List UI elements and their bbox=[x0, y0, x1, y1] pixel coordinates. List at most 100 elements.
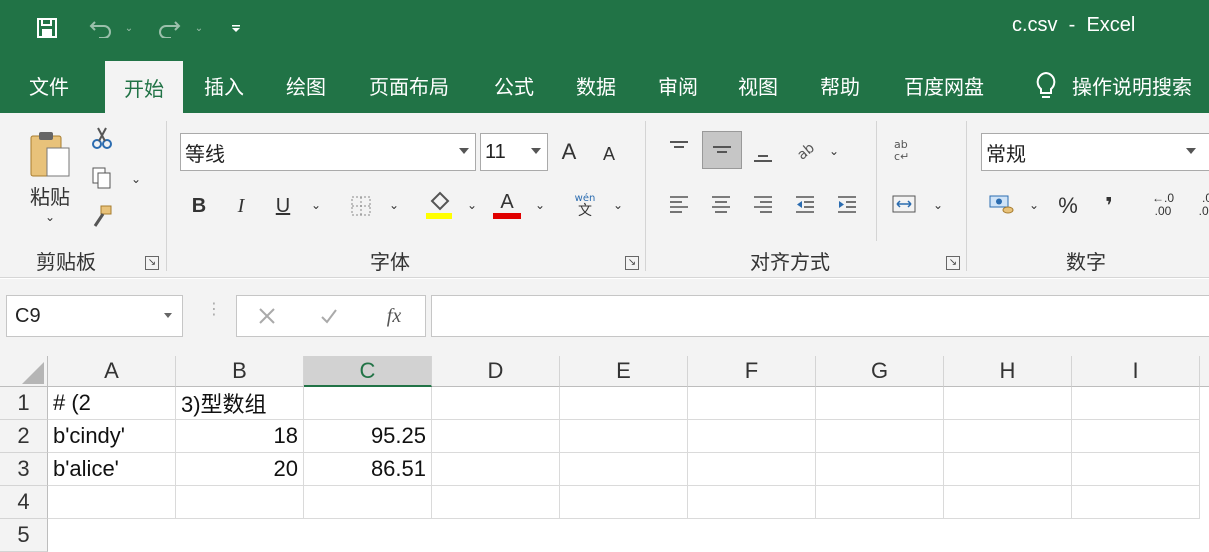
align-center-icon[interactable] bbox=[706, 189, 736, 219]
font-launcher-icon[interactable]: ↘ bbox=[625, 256, 639, 270]
italic-button[interactable]: I bbox=[228, 191, 254, 221]
tab-review[interactable]: 审阅 bbox=[642, 58, 714, 113]
cell-a4[interactable] bbox=[48, 486, 176, 519]
number-format-combo[interactable]: 常规 bbox=[981, 133, 1209, 171]
cell-h1[interactable] bbox=[944, 387, 1072, 420]
lightbulb-icon[interactable] bbox=[1028, 58, 1064, 113]
tab-help[interactable]: 帮助 bbox=[804, 58, 876, 113]
currency-dropdown-icon[interactable]: ⌄ bbox=[1026, 197, 1042, 213]
paste-dropdown-icon[interactable]: ⌄ bbox=[40, 209, 60, 225]
cell-c4[interactable] bbox=[304, 486, 432, 519]
cell-g1[interactable] bbox=[816, 387, 944, 420]
cell-h3[interactable] bbox=[944, 453, 1072, 486]
tab-insert[interactable]: 插入 bbox=[188, 58, 260, 113]
shrink-font-icon[interactable]: A bbox=[596, 141, 622, 167]
tab-formulas[interactable]: 公式 bbox=[478, 58, 550, 113]
column-header-i[interactable]: I bbox=[1072, 356, 1200, 387]
font-size-combo[interactable]: 11 bbox=[480, 133, 548, 171]
select-all-corner[interactable] bbox=[0, 356, 48, 387]
formula-input[interactable] bbox=[431, 295, 1209, 337]
cell-f2[interactable] bbox=[688, 420, 816, 453]
font-color-dropdown-icon[interactable]: ⌄ bbox=[532, 197, 548, 213]
cut-icon[interactable] bbox=[90, 125, 114, 151]
cell-d1[interactable] bbox=[432, 387, 560, 420]
font-name-arrow-icon[interactable] bbox=[459, 148, 469, 154]
row-header-2[interactable]: 2 bbox=[0, 420, 48, 453]
cell-c1[interactable] bbox=[304, 387, 432, 420]
wrap-text-icon[interactable]: ab c↵ bbox=[888, 135, 918, 165]
cell-e4[interactable] bbox=[560, 486, 688, 519]
font-color-icon[interactable]: A bbox=[492, 189, 522, 221]
clipboard-launcher-icon[interactable]: ↘ bbox=[145, 256, 159, 270]
cell-e2[interactable] bbox=[560, 420, 688, 453]
column-header-g[interactable]: G bbox=[816, 356, 944, 387]
cell-i2[interactable] bbox=[1072, 420, 1200, 453]
font-name-combo[interactable]: 等线 bbox=[180, 133, 476, 171]
row-header-3[interactable]: 3 bbox=[0, 453, 48, 486]
insert-function-icon[interactable]: fx bbox=[379, 302, 409, 330]
phonetic-dropdown-icon[interactable]: ⌄ bbox=[610, 197, 626, 213]
column-header-e[interactable]: E bbox=[560, 356, 688, 387]
column-header-a[interactable]: A bbox=[48, 356, 176, 387]
cell-b2[interactable]: 18 bbox=[176, 420, 304, 453]
format-painter-icon[interactable] bbox=[90, 203, 114, 229]
name-box[interactable]: C9 bbox=[6, 295, 183, 337]
underline-dropdown-icon[interactable]: ⌄ bbox=[308, 197, 324, 213]
column-header-f[interactable]: F bbox=[688, 356, 816, 387]
cell-a1[interactable]: # (2 bbox=[48, 387, 176, 420]
cancel-icon[interactable] bbox=[255, 304, 279, 328]
redo-icon[interactable] bbox=[154, 14, 184, 42]
fill-color-icon[interactable] bbox=[424, 189, 454, 221]
enter-icon[interactable] bbox=[317, 304, 341, 328]
paste-icon[interactable] bbox=[22, 123, 78, 185]
cell-g2[interactable] bbox=[816, 420, 944, 453]
save-icon[interactable] bbox=[34, 14, 60, 42]
undo-icon[interactable] bbox=[86, 14, 116, 42]
align-left-icon[interactable] bbox=[664, 189, 694, 219]
cell-h4[interactable] bbox=[944, 486, 1072, 519]
merge-center-icon[interactable] bbox=[888, 189, 920, 219]
tab-page-layout[interactable]: 页面布局 bbox=[358, 58, 460, 113]
number-format-arrow-icon[interactable] bbox=[1186, 148, 1196, 154]
column-header-c[interactable]: C bbox=[304, 356, 432, 387]
cell-i3[interactable] bbox=[1072, 453, 1200, 486]
align-top-icon[interactable] bbox=[664, 133, 694, 163]
cell-c3[interactable]: 86.51 bbox=[304, 453, 432, 486]
cell-i4[interactable] bbox=[1072, 486, 1200, 519]
cell-c2[interactable]: 95.25 bbox=[304, 420, 432, 453]
copy-icon[interactable] bbox=[90, 165, 114, 191]
cell-b3[interactable]: 20 bbox=[176, 453, 304, 486]
cell-b1[interactable]: 3)型数组 bbox=[176, 387, 304, 420]
grow-font-icon[interactable]: A bbox=[556, 137, 582, 167]
decrease-indent-icon[interactable] bbox=[790, 189, 820, 219]
redo-dropdown-icon[interactable]: ⌄ bbox=[192, 14, 206, 42]
bold-button[interactable]: B bbox=[186, 191, 212, 221]
row-header-1[interactable]: 1 bbox=[0, 387, 48, 420]
tab-file[interactable]: 文件 bbox=[12, 58, 86, 113]
orientation-icon[interactable]: ab bbox=[790, 135, 820, 165]
copy-dropdown-icon[interactable]: ⌄ bbox=[128, 171, 144, 187]
comma-button[interactable]: ❜ bbox=[1096, 191, 1122, 221]
cell-i1[interactable] bbox=[1072, 387, 1200, 420]
percent-button[interactable]: % bbox=[1054, 191, 1082, 221]
tell-me-search[interactable]: 操作说明搜索 bbox=[1072, 58, 1208, 113]
tab-data[interactable]: 数据 bbox=[560, 58, 632, 113]
cell-a2[interactable]: b'cindy' bbox=[48, 420, 176, 453]
column-header-h[interactable]: H bbox=[944, 356, 1072, 387]
decrease-decimal-button[interactable]: .0 .00 bbox=[1190, 189, 1209, 221]
cell-g4[interactable] bbox=[816, 486, 944, 519]
name-box-arrow-icon[interactable] bbox=[164, 313, 172, 318]
border-dropdown-icon[interactable]: ⌄ bbox=[386, 197, 402, 213]
cell-b4[interactable] bbox=[176, 486, 304, 519]
fill-color-dropdown-icon[interactable]: ⌄ bbox=[464, 197, 480, 213]
increase-decimal-button[interactable]: ←.0 .00 bbox=[1146, 189, 1180, 221]
formula-bar-grip-icon[interactable]: ⋮ bbox=[206, 301, 222, 327]
align-middle-icon[interactable] bbox=[702, 131, 742, 169]
undo-dropdown-icon[interactable]: ⌄ bbox=[122, 14, 136, 42]
align-right-icon[interactable] bbox=[748, 189, 778, 219]
cell-d2[interactable] bbox=[432, 420, 560, 453]
font-size-arrow-icon[interactable] bbox=[531, 148, 541, 154]
alignment-launcher-icon[interactable]: ↘ bbox=[946, 256, 960, 270]
underline-button[interactable]: U bbox=[270, 191, 296, 221]
cell-g3[interactable] bbox=[816, 453, 944, 486]
